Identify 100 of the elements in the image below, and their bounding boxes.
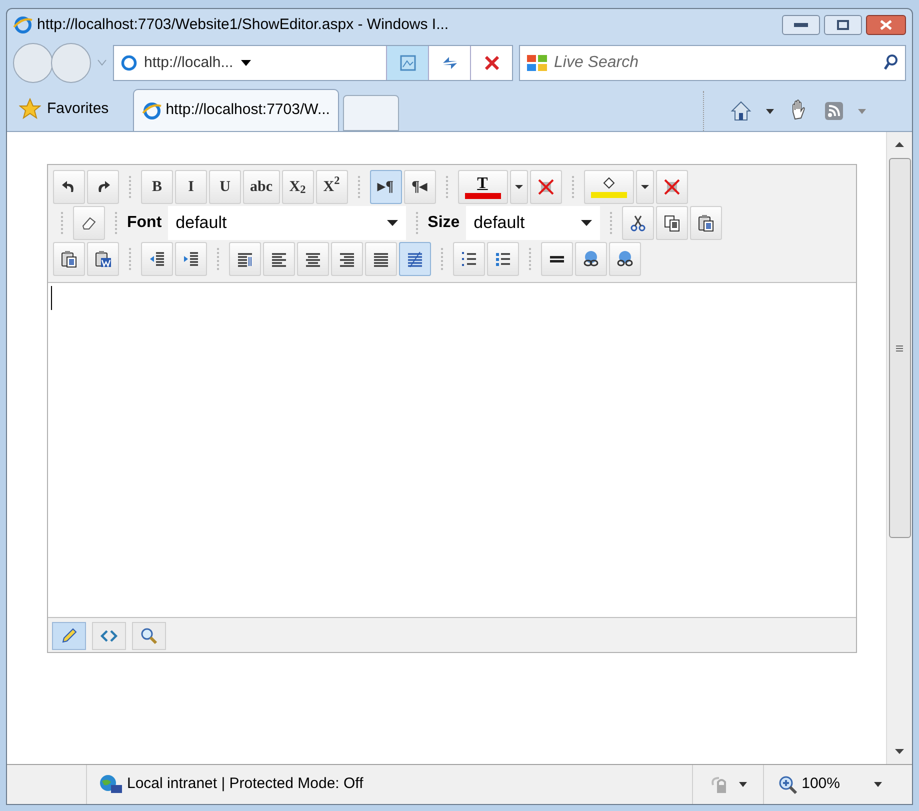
close-icon (880, 20, 892, 30)
windows-logo-icon (526, 54, 548, 72)
scroll-thumb[interactable] (888, 158, 910, 538)
toolbar-button[interactable] (73, 206, 105, 240)
toolbar-button[interactable] (263, 242, 295, 276)
scroll-down-icon[interactable] (895, 749, 904, 754)
toolbar-button[interactable] (622, 206, 654, 240)
toolbar-button[interactable]: ▸¶ (370, 170, 402, 204)
copy-icon (662, 214, 681, 232)
indent-icon (182, 250, 200, 268)
dropdown-icon[interactable] (241, 60, 252, 66)
scissors-icon (628, 214, 647, 232)
toolbar-button[interactable] (453, 242, 485, 276)
align-left-icon (270, 250, 288, 268)
toolbar-button[interactable] (87, 170, 119, 204)
toolbar-button[interactable] (487, 242, 519, 276)
toolbar-button[interactable]: ¶◂ (404, 170, 436, 204)
paragraph-align-icon (236, 250, 254, 268)
pencil-icon (60, 627, 78, 645)
toolbar-button[interactable] (541, 242, 573, 276)
dropdown-button[interactable] (636, 170, 654, 204)
crossed-out-icon (662, 178, 680, 196)
minimize-button[interactable] (782, 15, 820, 35)
toolbar-button[interactable] (87, 242, 119, 276)
grip-icon (896, 344, 903, 352)
security-zone[interactable]: Local intranet | Protected Mode: Off (127, 773, 364, 796)
refresh-icon (440, 55, 458, 71)
search-field[interactable]: Live Search (554, 51, 877, 75)
toolbar-button[interactable]: X$^{2}$ (316, 170, 348, 204)
search-icon[interactable] (883, 54, 899, 72)
align-right-icon (338, 250, 356, 268)
browser-logo-icon (120, 54, 138, 72)
minimize-icon (794, 23, 808, 27)
stop-icon (484, 56, 498, 70)
numbered-list-icon (460, 250, 478, 268)
scrollbar[interactable] (886, 132, 912, 764)
browser-tab[interactable]: http://localhost:7703/W... (132, 89, 339, 131)
mode-tab[interactable] (52, 622, 86, 650)
dropdown-icon[interactable] (766, 108, 774, 114)
zoom-level[interactable]: 100% (802, 773, 840, 796)
search-box[interactable]: Live Search (519, 45, 906, 81)
toolbar-button[interactable] (365, 242, 397, 276)
browser-logo-icon (13, 15, 33, 35)
toolbar-button[interactable] (331, 242, 363, 276)
home-icon[interactable] (730, 100, 752, 122)
toolbar-button[interactable]: I (175, 170, 207, 204)
dropdown-button[interactable] (510, 170, 528, 204)
text-cursor (51, 286, 52, 310)
toolbar-button[interactable] (656, 206, 688, 240)
mode-tab[interactable] (132, 622, 166, 650)
maximize-button[interactable] (824, 15, 862, 35)
browser-logo-icon (142, 100, 162, 120)
align-none-icon (406, 250, 424, 268)
page-icon (398, 54, 416, 72)
toolbar-button[interactable] (690, 206, 722, 240)
mode-tab[interactable] (92, 622, 126, 650)
toolbar-button[interactable] (175, 242, 207, 276)
toolbar-button[interactable] (229, 242, 261, 276)
toolbar-button[interactable] (53, 242, 85, 276)
compatibility-button[interactable] (386, 46, 428, 80)
dropdown-icon[interactable] (874, 782, 882, 787)
toolbar-button[interactable]: abc (243, 170, 280, 204)
feed-icon[interactable] (824, 101, 844, 121)
dropdown-field[interactable]: default (466, 206, 600, 240)
magnifier-icon (140, 627, 158, 645)
favorites-button[interactable]: Favorites (13, 91, 115, 127)
clipboard-icon (60, 250, 78, 268)
star-icon (19, 98, 41, 120)
zoom-icon[interactable] (778, 774, 798, 794)
dropdown-icon[interactable] (738, 782, 747, 787)
chain-link-icon (582, 250, 600, 268)
justify-icon (372, 250, 390, 268)
field-label: Font (127, 213, 162, 233)
caret-icon (640, 185, 648, 189)
toolbar-button[interactable] (575, 242, 607, 276)
crossed-out-icon (536, 178, 554, 196)
maximize-icon (837, 20, 849, 30)
bullet-list-icon (494, 250, 512, 268)
toolbar-button[interactable]: X$_{2}$ (282, 170, 314, 204)
clipboard-word-icon (94, 250, 112, 268)
align-center-icon (304, 250, 322, 268)
clipboard-icon (696, 214, 715, 232)
caret-icon (514, 185, 522, 189)
globe-computer-icon (99, 774, 123, 796)
field-label: Size (428, 213, 460, 233)
dropdown-field[interactable]: default (168, 206, 406, 240)
window-title: http://localhost:7703/Website1/ShowEditor.aspx - Windows I... (37, 14, 449, 35)
outdent-icon (148, 250, 166, 268)
toolbar-button[interactable] (53, 170, 85, 204)
toolbar-button[interactable]: U (209, 170, 241, 204)
caret-icon (386, 220, 398, 226)
toolbar-button[interactable] (141, 242, 173, 276)
address-field[interactable]: http://localh... (113, 45, 513, 81)
scroll-up-icon[interactable] (895, 142, 904, 147)
toolbar-button[interactable]: T (458, 170, 508, 204)
toolbar-button[interactable] (297, 242, 329, 276)
toolbar-button[interactable] (609, 242, 641, 276)
toolbar-button[interactable]: B (141, 170, 173, 204)
broken-link-icon (616, 250, 634, 268)
close-button[interactable] (866, 15, 906, 35)
